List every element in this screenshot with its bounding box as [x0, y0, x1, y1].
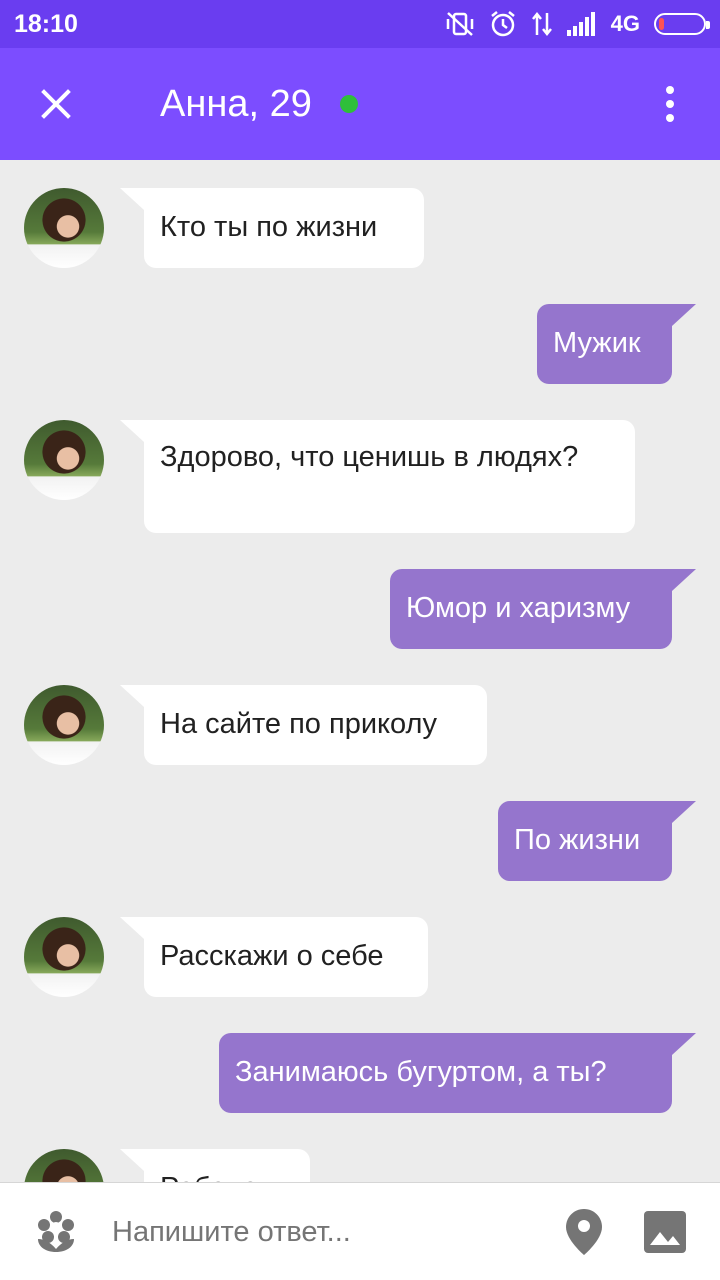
photo-icon[interactable] [644, 1211, 686, 1253]
battery-icon [654, 13, 710, 35]
message-bubble[interactable]: Мужик [537, 304, 696, 384]
status-bar: 18:10 4G [0, 0, 720, 48]
avatar[interactable] [24, 685, 104, 765]
signal-icon [566, 12, 595, 36]
alarm-icon [490, 11, 515, 37]
sticker-icon[interactable] [34, 1209, 78, 1253]
avatar[interactable] [24, 420, 104, 500]
message-list[interactable]: Кто ты по жизни Мужик Здорово, что цениш… [0, 160, 720, 1182]
message-bubble[interactable]: Расскажи о себе [120, 917, 428, 997]
more-vert-icon [666, 86, 674, 94]
avatar[interactable] [24, 917, 104, 997]
composer [0, 1182, 720, 1280]
message-bubble[interactable]: По жизни [498, 801, 696, 881]
message-incoming: Кто ты по жизни [0, 160, 720, 270]
data-transfer-icon [531, 11, 552, 37]
message-input[interactable] [112, 1207, 532, 1257]
network-type: 4G [610, 11, 640, 36]
status-time: 18:10 [14, 9, 78, 38]
online-status-dot [340, 95, 358, 113]
avatar[interactable] [24, 188, 104, 268]
close-icon [41, 89, 71, 119]
close-button[interactable] [28, 76, 84, 132]
avatar[interactable] [24, 1149, 104, 1182]
message-bubble[interactable]: Юмор и харизму [390, 569, 696, 649]
location-icon[interactable] [566, 1209, 602, 1255]
app-bar: Анна, 29 [0, 48, 720, 160]
chat-title: Анна, 29 [160, 83, 312, 125]
status-icons: 4G [445, 10, 710, 38]
message-bubble[interactable]: На сайте по приколу [120, 685, 487, 765]
more-options-button[interactable] [644, 78, 696, 130]
vibrate-off-icon [446, 12, 473, 36]
message-bubble[interactable]: Ребенок [120, 1149, 310, 1182]
message-bubble[interactable]: Занимаюсь бугуртом, а ты? [219, 1033, 696, 1113]
message-bubble[interactable]: Кто ты по жизни [120, 188, 424, 268]
message-bubble[interactable]: Здорово, что ценишь в людях? [120, 420, 635, 533]
